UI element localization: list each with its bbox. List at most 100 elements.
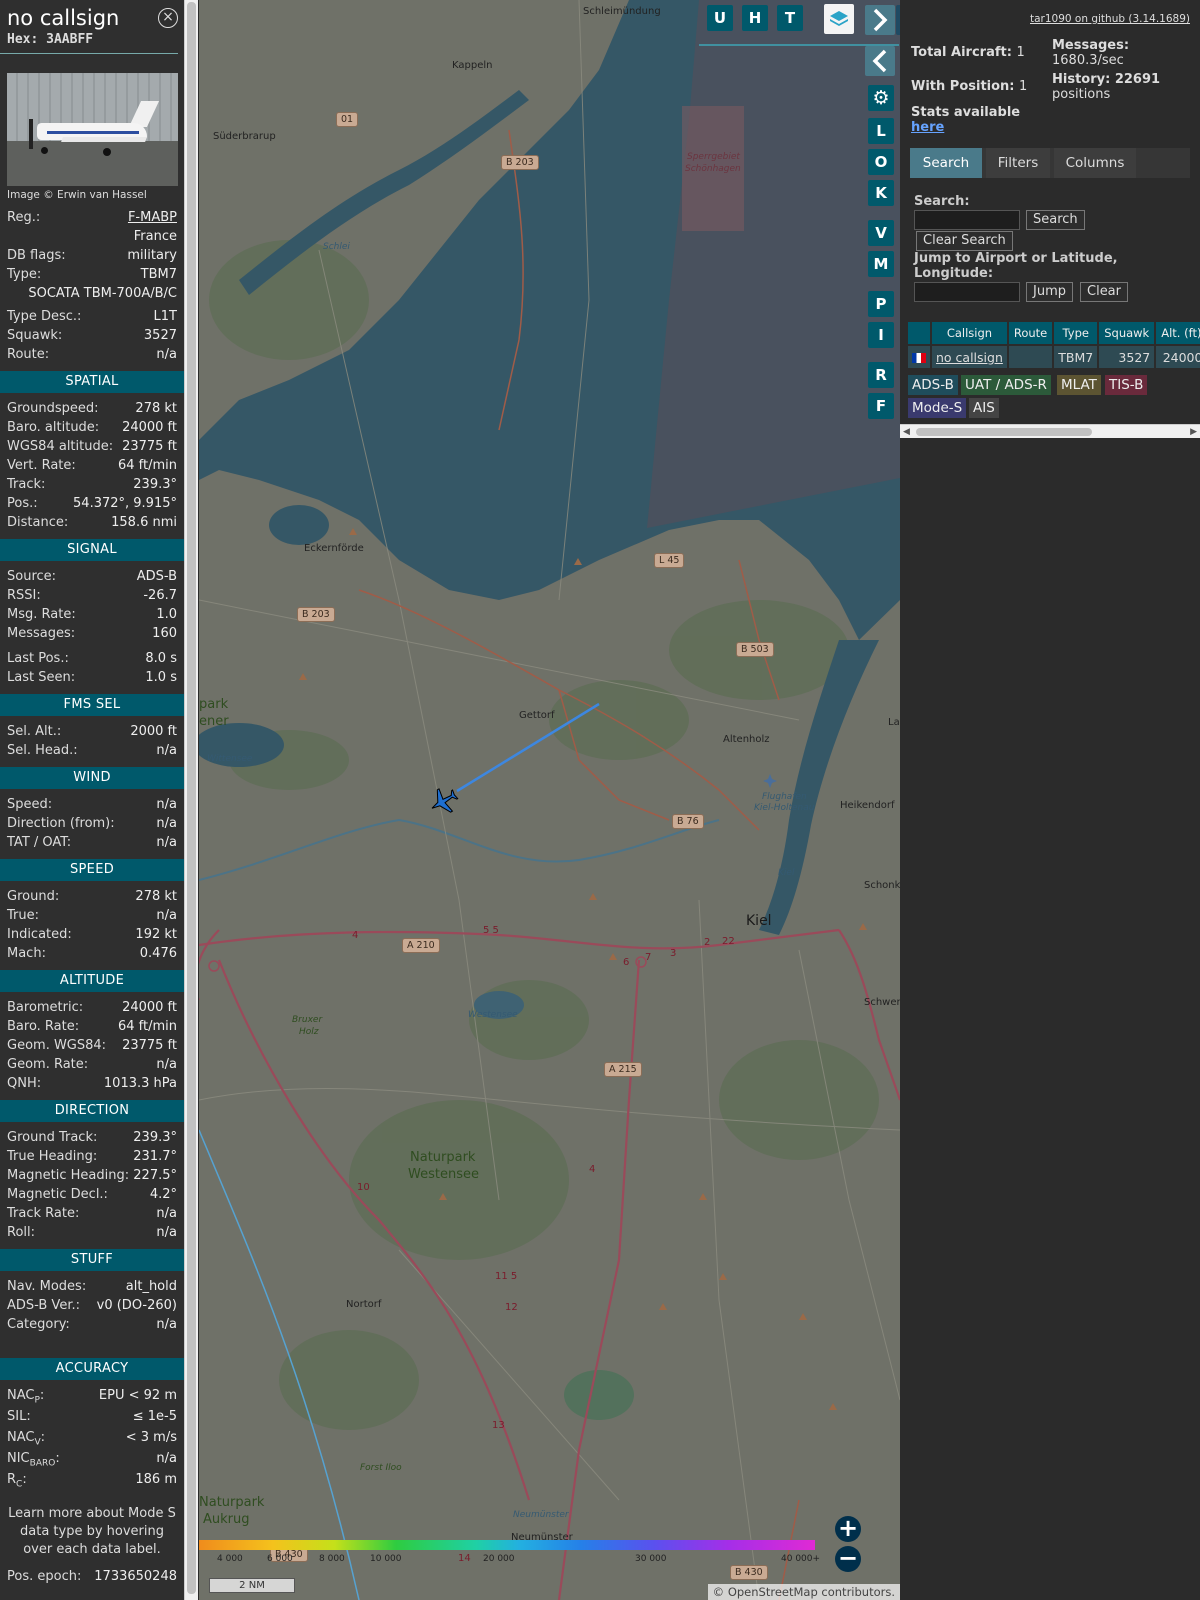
search-button[interactable]: Search [1026, 210, 1085, 230]
forest-label: Holz [299, 1027, 319, 1037]
info-row-label: Source: [7, 569, 57, 584]
column-header-callsign[interactable]: Callsign [932, 322, 1007, 344]
info-row-value: n/a [156, 743, 177, 758]
column-header-route[interactable]: Route [1008, 322, 1053, 344]
info-row: Ground Track: 239.3° [0, 1128, 184, 1147]
stats-link[interactable]: here [911, 120, 1020, 135]
source-tag-mlat[interactable]: MLAT [1057, 375, 1101, 395]
info-row-value: -26.7 [143, 588, 177, 603]
row-callsign[interactable]: no callsign [932, 346, 1007, 368]
info-row-label: Barometric: [7, 1000, 84, 1015]
park-label: Aukrug [203, 1512, 250, 1527]
info-panel-scrollbar[interactable] [184, 0, 198, 1600]
map-button-r[interactable]: R [868, 362, 894, 388]
gear-icon[interactable]: ⚙ [868, 85, 894, 111]
tab-search[interactable]: Search [910, 148, 982, 178]
info-row-value: 24000 ft [122, 1000, 177, 1015]
road-shield: B 430 [730, 1565, 768, 1580]
map-button-i[interactable]: I [868, 322, 894, 348]
map-button-k[interactable]: K [868, 180, 894, 206]
park-label: Westensee [408, 1167, 479, 1182]
source-tag-tisb[interactable]: TIS-B [1105, 375, 1148, 395]
map-button-t[interactable]: T [777, 5, 803, 31]
table-header-row: Callsign Route Type Squawk Alt. (ft) S [908, 322, 1200, 344]
park-label: ener [199, 714, 229, 729]
source-tag-ais[interactable]: AIS [969, 398, 999, 418]
column-header-squawk[interactable]: Squawk [1099, 322, 1155, 344]
reg-row: Reg.: F-MABP [7, 208, 177, 227]
zoom-out-button[interactable]: − [835, 1546, 861, 1572]
photo-credit: Image © Erwin van Hassel [7, 189, 147, 201]
info-row: Baro. Rate: 64 ft/min [0, 1017, 184, 1036]
search-label: Search: [914, 194, 970, 209]
info-row-label: Direction (from): [7, 816, 115, 831]
info-row: WGS84 altitude: 23775 ft [0, 437, 184, 456]
info-row: Geom. Rate: n/a [0, 1055, 184, 1074]
info-row-value: 1013.3 hPa [103, 1076, 177, 1091]
column-header-type[interactable]: Type [1054, 322, 1098, 344]
info-row: Sel. Head.: n/a [0, 741, 184, 760]
search-input[interactable] [914, 210, 1020, 230]
info-row: Barometric: 24000 ft [0, 998, 184, 1017]
source-tag-adsb[interactable]: ADS-B [908, 375, 958, 395]
info-row: Baro. altitude: 24000 ft [0, 418, 184, 437]
map-button-p[interactable]: P [868, 291, 894, 317]
map-button-l[interactable]: L [868, 118, 894, 144]
info-row-value: alt_hold [125, 1279, 177, 1294]
water-label: Schlei [323, 242, 350, 252]
column-header-flag[interactable] [908, 322, 930, 344]
info-row-label: Msg. Rate: [7, 607, 76, 622]
jump-input[interactable] [914, 282, 1020, 302]
chevron-right-icon[interactable] [865, 5, 895, 35]
info-row-label: Messages: [7, 626, 76, 641]
aircraft-table: Callsign Route Type Squawk Alt. (ft) S n… [906, 320, 1200, 370]
history-count: History: 22691 positions [1052, 72, 1161, 102]
tab-filters[interactable]: Filters [986, 148, 1050, 178]
stats-available: Stats available here [911, 105, 1021, 135]
info-row-label: Groundspeed: [7, 401, 99, 416]
info-row: Distance: 158.6 nmi [0, 513, 184, 532]
table-horizontal-scrollbar[interactable]: ◀ ▶ [900, 424, 1200, 438]
layers-icon[interactable] [824, 4, 854, 34]
table-row[interactable]: no callsign TBM7 3527 24000 [908, 346, 1200, 368]
map-button-m[interactable]: M [868, 251, 894, 277]
place-label: Gettorf [519, 710, 555, 721]
source-tag-uat[interactable]: UAT / ADS-R [961, 375, 1051, 395]
zone-label: Sperrgebiet [687, 152, 740, 162]
info-row-label: Geom. Rate: [7, 1057, 89, 1072]
clear-search-button[interactable]: Clear Search [916, 231, 1013, 251]
altitude-tick: 8 000 [319, 1554, 345, 1564]
map-view[interactable]: Schleimündung Kappeln Süderbrarup Schlei… [199, 0, 900, 1600]
section-signal: SIGNAL [0, 539, 184, 561]
place-label: Kappeln [452, 60, 493, 71]
source-tag-modes[interactable]: Mode-S [908, 398, 967, 418]
aircraft-icon[interactable] [427, 784, 461, 818]
clear-button[interactable]: Clear [1080, 282, 1128, 302]
road-shield: 01 [336, 112, 359, 127]
column-header-altitude[interactable]: Alt. (ft) [1156, 322, 1200, 344]
close-icon[interactable]: × [158, 8, 178, 28]
type-row: Type: TBM7 [7, 267, 177, 282]
registration-link[interactable]: F-MABP [128, 208, 177, 227]
map-button-u[interactable]: U [707, 5, 733, 31]
chevron-left-icon[interactable] [865, 46, 895, 76]
jump-button[interactable]: Jump [1026, 282, 1073, 302]
tab-columns[interactable]: Columns [1054, 148, 1136, 178]
github-link[interactable]: tar1090 on github (3.14.1689) [1030, 13, 1190, 25]
info-row: Nav. Modes: alt_hold [0, 1277, 184, 1296]
selected-callsign: no callsign [7, 6, 120, 30]
aircraft-photo[interactable] [7, 73, 178, 186]
info-row: Direction (from): n/a [0, 814, 184, 833]
place-label: Neumünster [513, 1510, 569, 1520]
info-row-label: Last Pos.: [7, 651, 69, 666]
map-button-h[interactable]: H [742, 5, 768, 31]
map-button-f[interactable]: F [868, 393, 894, 419]
exit-number: 6 [623, 957, 630, 968]
map-button-v[interactable]: V [868, 220, 894, 246]
wind-rows: Speed: n/a Direction (from): n/a TAT / OAT: n… [0, 795, 184, 852]
section-fms-sel: FMS SEL [0, 694, 184, 716]
map-button-o[interactable]: O [868, 149, 894, 175]
zoom-in-button[interactable]: + [835, 1516, 861, 1542]
map-attribution[interactable]: © OpenStreetMap contributors. [707, 1584, 900, 1600]
sil-row: SIL: ≤ 1e-5 [7, 1409, 177, 1424]
